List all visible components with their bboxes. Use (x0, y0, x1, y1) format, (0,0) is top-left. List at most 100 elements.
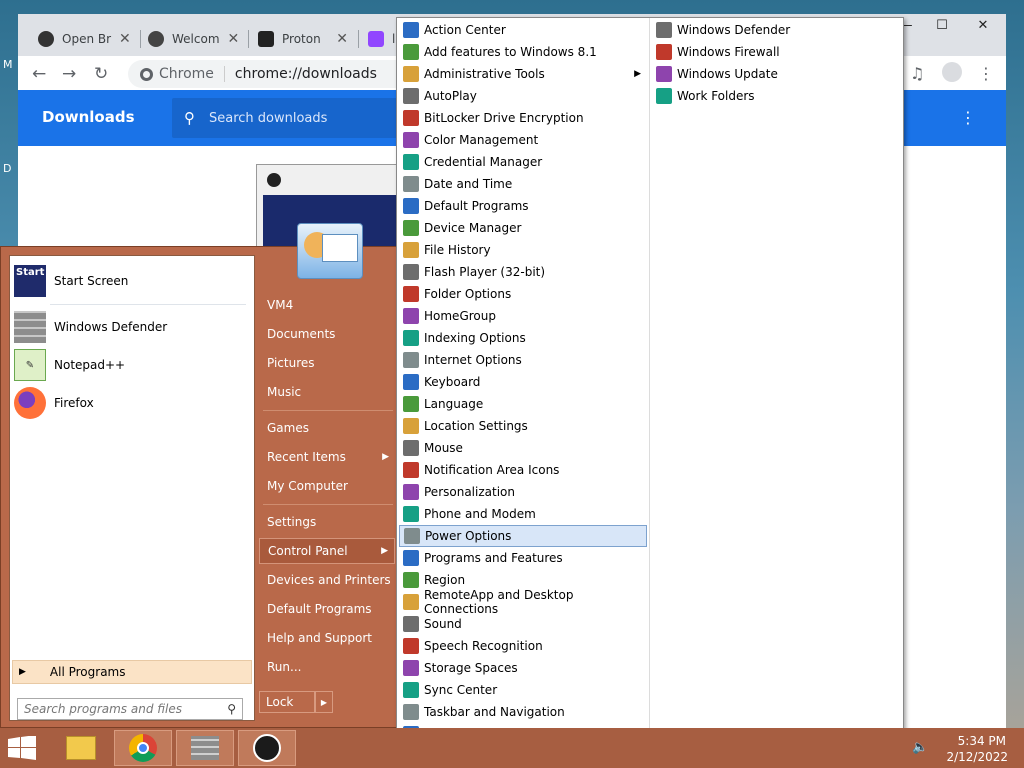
close-icon[interactable]: ✕ (336, 31, 348, 47)
cp-item-phone-and-modem[interactable]: Phone and Modem (399, 503, 647, 525)
search-programs-input[interactable]: Search programs and files ⚲ (17, 698, 243, 720)
cp-item-programs-and-features[interactable]: Programs and Features (399, 547, 647, 569)
close-window-button[interactable]: ✕ (960, 14, 1006, 36)
cp-item-language[interactable]: Language (399, 393, 647, 415)
start-item-pictures[interactable]: Pictures (259, 350, 395, 376)
more-menu-icon[interactable]: ⋮ (978, 64, 994, 83)
cp-item-icon (403, 594, 419, 610)
address-bar[interactable]: Chrome chrome://downloads (128, 60, 428, 88)
lock-options-arrow-icon[interactable]: ▶ (315, 691, 333, 713)
cp-item-icon (403, 110, 419, 126)
search-icon: ⚲ (227, 702, 236, 716)
user-picture[interactable] (297, 223, 363, 279)
cp-item-speech-recognition[interactable]: Speech Recognition (399, 635, 647, 657)
lock-button[interactable]: Lock (259, 691, 315, 713)
cp-item-flash-player-32-bit[interactable]: Flash Player (32-bit) (399, 261, 647, 283)
cp-item-indexing-options[interactable]: Indexing Options (399, 327, 647, 349)
cp-item-homegroup[interactable]: HomeGroup (399, 305, 647, 327)
cp-item-power-options[interactable]: Power Options (399, 525, 647, 547)
cp-item-taskbar-and-navigation[interactable]: Taskbar and Navigation (399, 701, 647, 723)
cp-item-icon (403, 396, 419, 412)
cp-item-action-center[interactable]: Action Center (399, 19, 647, 41)
taskbar-chrome[interactable] (114, 730, 172, 766)
cp-item-location-settings[interactable]: Location Settings (399, 415, 647, 437)
maximize-button[interactable]: ☐ (924, 14, 960, 36)
cp-item-windows-firewall[interactable]: Windows Firewall (652, 41, 900, 63)
cp-item-add-features-to-windows-8-1[interactable]: Add features to Windows 8.1 (399, 41, 647, 63)
cp-item-icon (403, 242, 419, 258)
cp-item-work-folders[interactable]: Work Folders (652, 85, 900, 107)
cp-item-internet-options[interactable]: Internet Options (399, 349, 647, 371)
cp-item-keyboard[interactable]: Keyboard (399, 371, 647, 393)
cp-item-autoplay[interactable]: AutoPlay (399, 85, 647, 107)
cp-item-icon (403, 682, 419, 698)
cp-item-default-programs[interactable]: Default Programs (399, 195, 647, 217)
start-item-help-support[interactable]: Help and Support (259, 625, 395, 651)
start-item-vm4[interactable]: VM4 (259, 292, 395, 318)
cp-item-credential-manager[interactable]: Credential Manager (399, 151, 647, 173)
cp-item-icon (403, 462, 419, 478)
cp-item-windows-defender[interactable]: Windows Defender (652, 19, 900, 41)
clock-time[interactable]: 5:34 PM (958, 734, 1006, 748)
search-downloads-input[interactable]: ⚲ Search downloads (172, 98, 432, 138)
start-item-devices-printers[interactable]: Devices and Printers (259, 567, 395, 593)
cp-item-notification-area-icons[interactable]: Notification Area Icons (399, 459, 647, 481)
close-icon[interactable]: ✕ (228, 31, 240, 47)
cp-item-sync-center[interactable]: Sync Center (399, 679, 647, 701)
cp-item-icon (403, 572, 419, 588)
start-item-run[interactable]: Run... (259, 654, 395, 680)
start-item-documents[interactable]: Documents (259, 321, 395, 347)
tab-proton[interactable]: Proton ✕ (250, 22, 356, 56)
cp-item-device-manager[interactable]: Device Manager (399, 217, 647, 239)
all-programs-button[interactable]: ▶ All Programs (12, 660, 252, 684)
windows-start-icon[interactable] (8, 735, 38, 762)
taskbar-file-explorer[interactable] (52, 730, 110, 766)
tab-twitch[interactable]: liv (360, 22, 400, 56)
pinned-start-screen[interactable]: Start Start Screen (14, 264, 250, 298)
cp-item-sound[interactable]: Sound (399, 613, 647, 635)
pinned-label: Windows Defender (54, 320, 168, 334)
profile-avatar-icon[interactable] (942, 62, 962, 82)
more-options-icon[interactable]: ⋮ (960, 108, 976, 127)
cp-item-date-and-time[interactable]: Date and Time (399, 173, 647, 195)
cp-item-icon (403, 44, 419, 60)
cp-item-file-history[interactable]: File History (399, 239, 647, 261)
taskbar-obs[interactable] (238, 730, 296, 766)
chrome-icon (129, 734, 157, 762)
forward-arrow-icon[interactable]: → (62, 64, 76, 84)
cp-item-mouse[interactable]: Mouse (399, 437, 647, 459)
start-item-settings[interactable]: Settings (259, 509, 395, 535)
pinned-windows-defender[interactable]: Windows Defender (14, 310, 250, 344)
start-item-my-computer[interactable]: My Computer (259, 473, 395, 499)
cp-item-color-management[interactable]: Color Management (399, 129, 647, 151)
cp-item-remoteapp-and-desktop-connections[interactable]: RemoteApp and Desktop Connections (399, 588, 647, 616)
start-item-control-panel[interactable]: Control Panel ▶ (259, 538, 395, 564)
start-item-games[interactable]: Games (259, 415, 395, 441)
pinned-firefox[interactable]: Firefox (14, 386, 250, 420)
cp-item-windows-update[interactable]: Windows Update (652, 63, 900, 85)
taskbar-defender[interactable] (176, 730, 234, 766)
tab-welcome[interactable]: Welcom ✕ (140, 22, 246, 56)
media-control-icon[interactable]: ♫ (910, 64, 924, 83)
start-item-recent-items[interactable]: Recent Items ▶ (259, 444, 395, 470)
volume-icon[interactable]: 🔈 (912, 740, 928, 755)
cp-item-storage-spaces[interactable]: Storage Spaces (399, 657, 647, 679)
search-placeholder: Search programs and files (24, 702, 182, 716)
clock-date[interactable]: 2/12/2022 (946, 750, 1008, 764)
cp-item-icon (403, 616, 419, 632)
omnibox-site: Chrome (159, 66, 214, 82)
tab-obs[interactable]: Open Br ✕ (30, 22, 136, 56)
reload-icon[interactable]: ↻ (94, 64, 108, 84)
cp-item-icon (403, 506, 419, 522)
cp-item-personalization[interactable]: Personalization (399, 481, 647, 503)
cp-item-label: Windows Update (677, 67, 778, 81)
start-item-default-programs[interactable]: Default Programs (259, 596, 395, 622)
cp-item-administrative-tools[interactable]: Administrative Tools ▶ (399, 63, 647, 85)
back-arrow-icon[interactable]: ← (32, 64, 46, 84)
proton-icon (258, 31, 274, 47)
pinned-notepadpp[interactable]: ✎ Notepad++ (14, 348, 250, 382)
close-icon[interactable]: ✕ (119, 31, 131, 47)
start-item-music[interactable]: Music (259, 379, 395, 405)
cp-item-folder-options[interactable]: Folder Options (399, 283, 647, 305)
cp-item-bitlocker-drive-encryption[interactable]: BitLocker Drive Encryption (399, 107, 647, 129)
